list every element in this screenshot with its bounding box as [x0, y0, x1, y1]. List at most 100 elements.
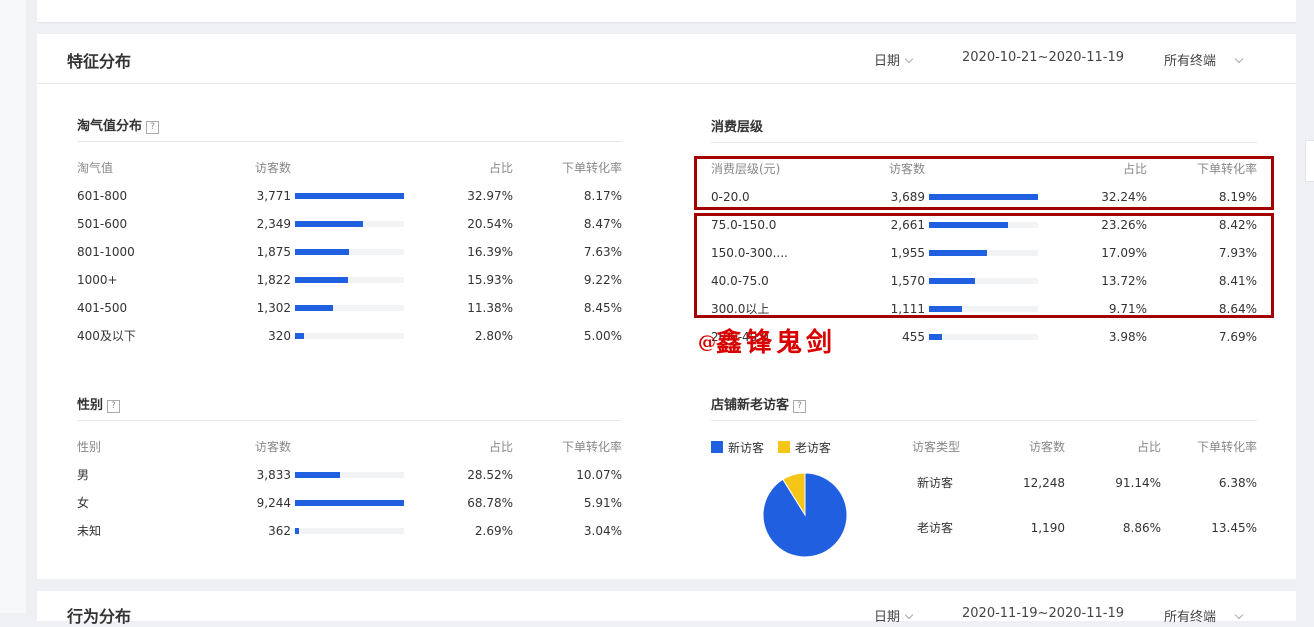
side-tab[interactable] [1305, 140, 1314, 182]
conversion-value: 8.45% [583, 301, 622, 315]
table-row[interactable]: 女 9,244 68.78% 5.91% [77, 493, 622, 513]
share-bar-fill [295, 333, 305, 339]
divider [711, 420, 1257, 421]
column-header: 占比 [1136, 440, 1161, 454]
column-header: 访客数 [1028, 440, 1065, 454]
divider [77, 420, 622, 421]
visitor-count: 1,190 [1030, 521, 1065, 535]
visitor-count: 12,248 [1023, 476, 1065, 490]
column-header: 占比 [488, 161, 513, 175]
table-row[interactable]: 501-600 2,349 20.54% 8.47% [77, 214, 622, 234]
share-value: 15.93% [467, 273, 513, 287]
share-bar [295, 249, 404, 255]
row-label: 801-1000 [77, 245, 135, 259]
conversion-value: 10.07% [576, 468, 622, 482]
help-icon[interactable]: ? [793, 400, 807, 413]
table-row[interactable]: 老访客 1,190 8.86% 13.45% [900, 518, 1257, 538]
conversion-value: 6.38% [1218, 476, 1257, 490]
row-label: 601-800 [77, 189, 128, 203]
share-value: 20.54% [467, 217, 513, 231]
column-header: 占比 [488, 440, 513, 454]
card-header: 特征分布 日期 2020-10-21~2020-11-19 所有终端 [37, 34, 1296, 84]
conversion-value: 8.47% [583, 217, 622, 231]
share-bar [295, 333, 404, 339]
share-bar-fill [295, 305, 333, 311]
highlight-box-bottom [694, 213, 1274, 318]
share-bar-fill [295, 221, 363, 227]
table-row[interactable]: 801-1000 1,875 16.39% 7.63% [77, 242, 622, 262]
table-row[interactable]: 新访客 12,248 91.14% 6.38% [900, 473, 1257, 493]
row-label: 女 [77, 496, 90, 510]
date-label: 日期 [874, 610, 901, 625]
visitor-count: 320 [268, 329, 291, 343]
share-value: 68.78% [467, 496, 513, 510]
chevron-down-icon [1234, 610, 1244, 620]
table-row[interactable]: 401-500 1,302 11.38% 8.45% [77, 298, 622, 318]
column-header: 下单转化率 [561, 161, 622, 175]
column-header: 下单转化率 [561, 440, 622, 454]
conversion-value: 13.45% [1211, 521, 1257, 535]
visitor-count: 362 [268, 524, 291, 538]
table-row[interactable]: 男 3,833 28.52% 10.07% [77, 465, 622, 485]
visitor-count: 3,833 [256, 468, 291, 482]
share-value: 11.38% [467, 301, 513, 315]
conversion-value: 5.91% [583, 496, 622, 510]
share-bar [295, 305, 404, 311]
date-dropdown[interactable]: 日期 [874, 606, 914, 625]
share-bar [929, 334, 1038, 340]
share-value: 2.80% [474, 329, 513, 343]
share-bar [295, 528, 404, 534]
help-icon[interactable]: ? [146, 121, 160, 134]
share-bar [295, 472, 404, 478]
share-bar [295, 193, 404, 199]
chevron-down-icon [904, 610, 914, 620]
conversion-value: 3.04% [583, 524, 622, 538]
date-range[interactable]: 2020-11-19~2020-11-19 [962, 606, 1124, 621]
row-label: 501-600 [77, 217, 128, 231]
visitor-count: 1,875 [256, 245, 291, 259]
help-icon[interactable]: ? [107, 400, 121, 413]
column-header: 访客类型 [912, 440, 961, 454]
card-title: 特征分布 [67, 52, 132, 71]
table-row[interactable]: 601-800 3,771 32.97% 8.17% [77, 186, 622, 206]
share-bar-fill [295, 472, 341, 478]
behavior-distribution-card: 行为分布 日期 2020-11-19~2020-11-19 所有终端 [37, 591, 1296, 626]
share-bar [295, 277, 404, 283]
row-label: 1000+ [77, 273, 118, 287]
row-label: 男 [77, 468, 90, 482]
consume-title: 消费层级 [711, 120, 764, 135]
share-bar [295, 500, 404, 506]
date-dropdown[interactable]: 日期 [874, 50, 914, 69]
row-label: 新访客 [917, 476, 954, 490]
date-range[interactable]: 2020-10-21~2020-11-19 [962, 50, 1124, 65]
table-row[interactable]: 1000+ 1,822 15.93% 9.22% [77, 270, 622, 290]
column-header: 下单转化率 [1196, 440, 1257, 454]
share-bar-fill [295, 277, 348, 283]
legend-label: 新访客 [728, 441, 765, 455]
gender-title: 性别 [77, 398, 104, 413]
previous-card [37, 0, 1296, 23]
chevron-down-icon [1234, 54, 1244, 64]
legend-label: 老访客 [794, 441, 831, 455]
pie-slice-new-visitors[interactable] [762, 472, 848, 558]
share-bar-fill [295, 500, 404, 506]
legend-item-old[interactable]: 老访客 [777, 439, 831, 456]
terminal-dropdown[interactable]: 所有终端 [1164, 50, 1244, 69]
share-value: 28.52% [467, 468, 513, 482]
visitor-count: 3,771 [256, 189, 291, 203]
visitors-title: 店铺新老访客 [711, 398, 790, 413]
table-row[interactable]: 400及以下 320 2.80% 5.00% [77, 326, 622, 346]
watermark-at: @ [698, 332, 716, 353]
terminal-dropdown[interactable]: 所有终端 [1164, 606, 1244, 625]
share-bar-fill [295, 193, 404, 199]
consume-section-title: 消费层级 [711, 116, 763, 135]
conversion-value: 9.22% [583, 273, 622, 287]
share-bar-fill [929, 334, 943, 340]
table-row[interactable]: 未知 362 2.69% 3.04% [77, 521, 622, 541]
column-header: 淘气值 [77, 161, 114, 175]
legend-item-new[interactable]: 新访客 [711, 439, 764, 456]
row-label: 401-500 [77, 301, 128, 315]
visitor-count: 1,302 [256, 301, 291, 315]
watermark: @鑫锋鬼剑 [698, 322, 836, 359]
share-value: 16.39% [467, 245, 513, 259]
